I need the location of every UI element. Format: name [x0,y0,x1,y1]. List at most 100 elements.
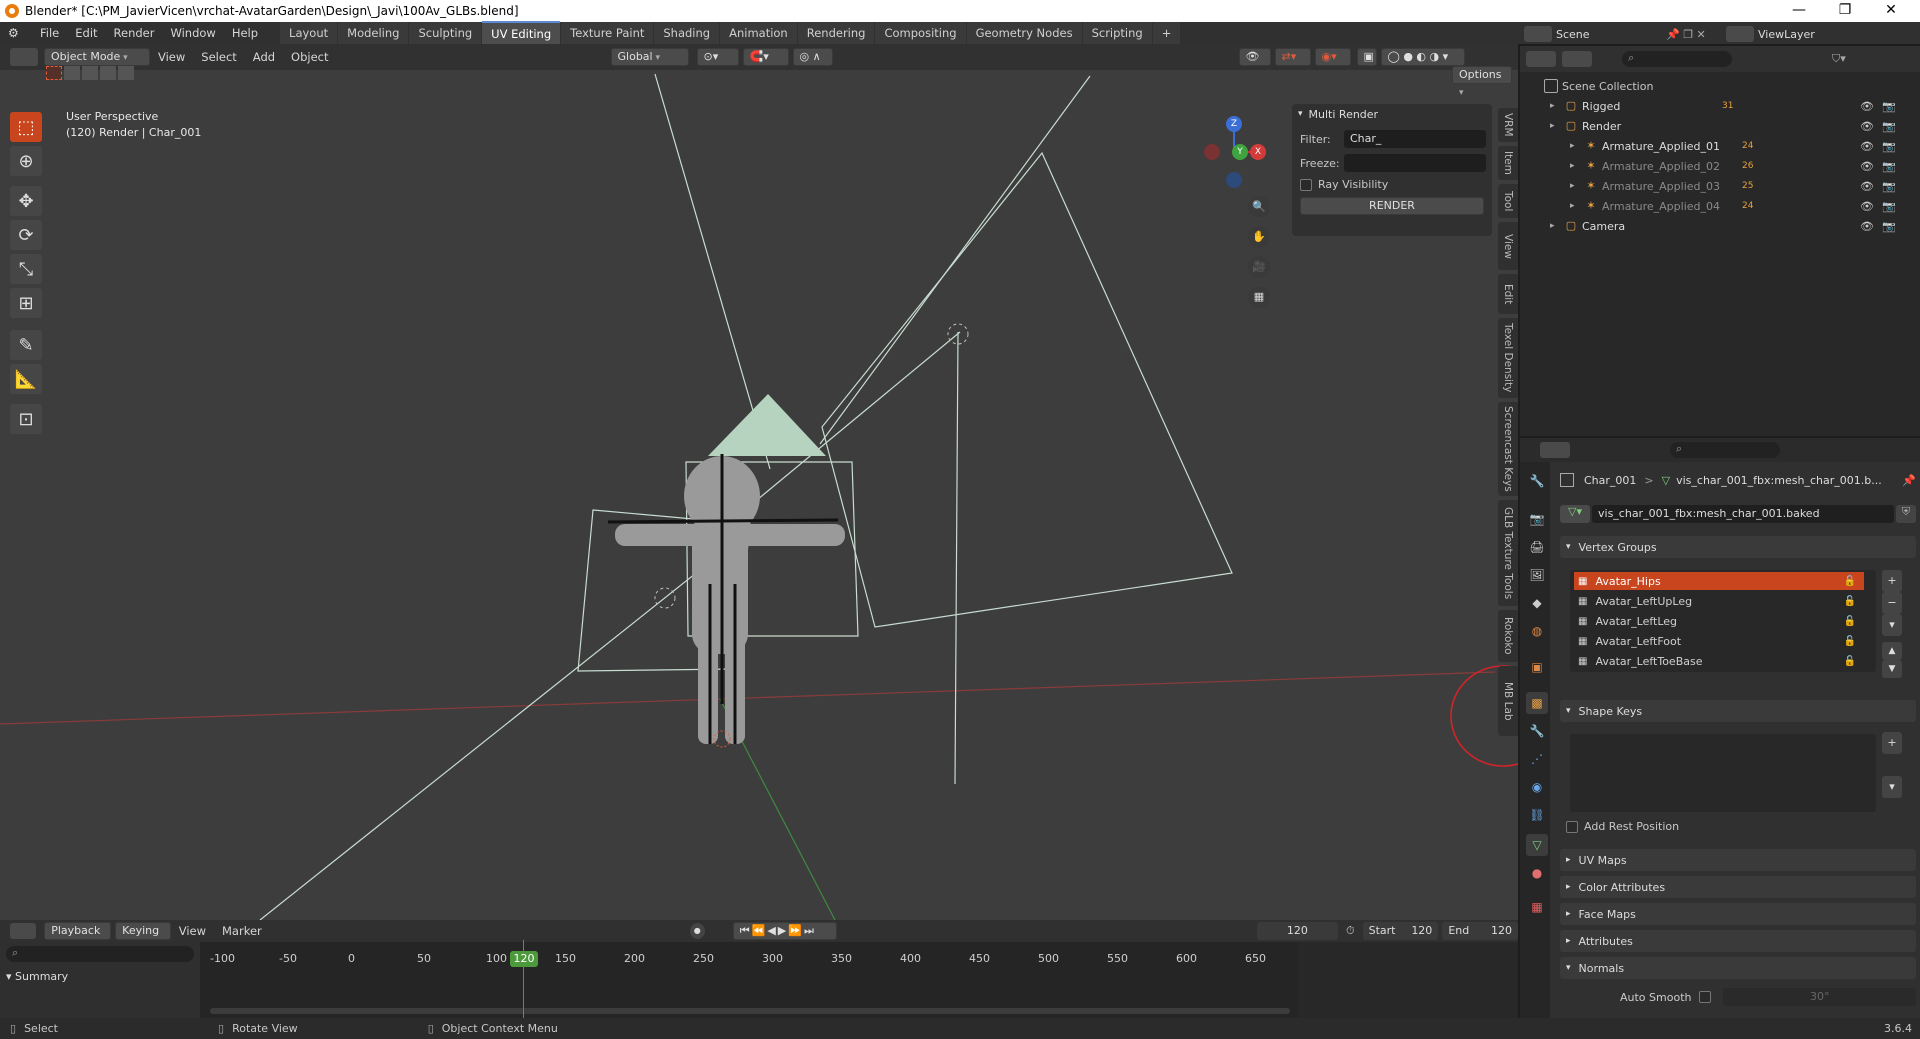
scale-tool-icon[interactable]: ⤡ [10,254,42,284]
render-camera-icon[interactable]: 📷 [1882,180,1896,193]
timeline-menu-marker[interactable]: Marker [214,920,270,942]
properties-editor-icon[interactable] [1540,442,1570,458]
timeline-editor[interactable]: Playback Keying View Marker ● ⏮⏪◀▶⏩⏭ 120… [0,920,1519,1018]
ntab-screencast-keys[interactable]: Screencast Keys [1498,402,1518,496]
ntab-mb-lab[interactable]: MB Lab [1498,666,1518,736]
pin-icon[interactable]: 📌 [1902,474,1916,487]
add-shape-key-button[interactable]: + [1882,732,1902,754]
particles-props-icon[interactable]: ⋰ [1526,748,1548,770]
gizmo-neg-x-icon[interactable] [1204,144,1220,160]
outliner-row[interactable]: ▸ ✶ Armature_Applied_03 25 👁 📷 [1520,176,1920,196]
attributes-header[interactable]: ▸ Attributes [1560,930,1916,952]
shape-keys-header[interactable]: ▾ Shape Keys [1560,700,1916,722]
menu-render[interactable]: Render [106,22,163,44]
current-frame-field[interactable]: 120 [1256,922,1339,940]
ntab-item[interactable]: Item [1498,146,1518,180]
vertex-group-item[interactable]: ▦ Avatar_Hips 🔓 [1574,572,1864,590]
mesh-data-props-icon[interactable]: ▽ [1526,834,1548,856]
scene-icon[interactable] [1524,26,1552,42]
object-props-icon[interactable]: ▩ [1526,692,1548,714]
minimize-button[interactable]: — [1776,0,1822,22]
ntab-rokoko[interactable]: Rokoko [1498,610,1518,662]
render-camera-icon[interactable]: 📷 [1882,220,1896,233]
mesh-name-field[interactable]: vis_char_001_fbx:mesh_char_001.baked [1592,505,1894,523]
render-button[interactable]: RENDER [1300,197,1484,215]
ntab-texel-density[interactable]: Texel Density [1498,318,1518,398]
timeline-editor-icon[interactable] [10,923,37,939]
ntab-glb-texture-tools[interactable]: GLB Texture Tools [1498,500,1518,606]
render-camera-icon[interactable]: 📷 [1882,200,1896,213]
modifier-props-icon[interactable]: 🔧 [1526,720,1548,742]
timeline-menu-view[interactable]: View [171,920,214,942]
vertex-group-item[interactable]: ▦ Avatar_LeftToeBase 🔓 [1574,652,1864,670]
gizmo-neg-z-icon[interactable] [1226,172,1242,188]
menu-window[interactable]: Window [162,22,223,44]
tab-layout[interactable]: Layout [280,22,338,44]
view-layer-props-icon[interactable]: 🖼 [1526,564,1548,586]
auto-smooth-angle-field[interactable]: 30° [1723,988,1916,1006]
render-props-icon[interactable]: 📷 [1526,508,1548,530]
render-camera-icon[interactable]: 📷 [1882,100,1896,113]
freeze-input[interactable] [1344,154,1486,172]
annotate-tool-icon[interactable]: ✎ [10,330,42,360]
outliner-row[interactable]: ▸ ▢ Render 👁 📷 [1520,116,1920,136]
timeline-track[interactable] [200,942,1298,1018]
vertex-group-item[interactable]: ▦ Avatar_LeftFoot 🔓 [1574,632,1864,650]
remove-vertex-group-button[interactable]: − [1882,592,1902,614]
lock-icon[interactable]: 🔓 [1844,636,1856,647]
ntab-view[interactable]: View [1498,222,1518,270]
visibility-eye-icon[interactable]: 👁 [1860,140,1874,153]
expand-arrow-icon[interactable]: ▸ [1570,181,1584,191]
add-workspace-button[interactable]: + [1152,22,1181,44]
outliner-row[interactable]: ▸ ✶ Armature_Applied_04 24 👁 📷 [1520,196,1920,216]
collection-props-icon[interactable]: ▣ [1526,656,1548,678]
move-up-icon[interactable]: ▲ [1882,642,1902,660]
keying-dropdown[interactable]: Keying [115,922,171,940]
render-camera-icon[interactable]: 📷 [1882,140,1896,153]
collapse-chevron-icon[interactable]: ▾ [1298,109,1303,119]
lock-icon[interactable]: 🔓 [1844,656,1856,667]
face-maps-header[interactable]: ▸ Face Maps [1560,903,1916,925]
transform-tool-icon[interactable]: ⊞ [10,288,42,318]
mesh-browse-icon[interactable]: ▽▾ [1560,505,1590,523]
visibility-eye-icon[interactable]: 👁 [1860,160,1874,173]
end-frame-field[interactable]: End 120 [1442,922,1519,940]
tab-geometry-nodes[interactable]: Geometry Nodes [966,22,1082,44]
material-props-icon[interactable]: ● [1526,862,1548,884]
grid-view-icon[interactable]: ▦ [1248,286,1270,308]
visibility-eye-icon[interactable]: 👁 [1860,120,1874,133]
navigation-gizmo[interactable]: Z X Y [1192,112,1272,192]
rotate-tool-icon[interactable]: ⟳ [10,220,42,250]
fake-user-shield-icon[interactable]: ⛨ [1896,505,1916,523]
ray-visibility-checkbox[interactable] [1300,178,1312,191]
visibility-eye-icon[interactable]: 👁 [1860,180,1874,193]
gizmo-x-icon[interactable]: X [1250,144,1266,160]
move-tool-icon[interactable]: ✥ [10,186,42,216]
tab-shading[interactable]: Shading [654,22,720,44]
menu-edit[interactable]: Edit [67,22,105,44]
color-attributes-header[interactable]: ▸ Color Attributes [1560,876,1916,898]
maximize-button[interactable]: ❐ [1822,0,1868,22]
expand-arrow-icon[interactable]: ▸ [1570,141,1584,151]
lock-icon[interactable]: 🔓 [1844,576,1856,587]
texture-props-icon[interactable]: ▦ [1526,896,1548,918]
ntab-vrm[interactable]: VRM [1498,108,1518,142]
scene-props-icon[interactable]: ◆ [1526,592,1548,614]
menu-file[interactable]: File [32,22,67,44]
uv-maps-header[interactable]: ▸ UV Maps [1560,849,1916,871]
filter-input[interactable]: Char_ [1344,130,1486,148]
playhead-label[interactable]: 120 [510,951,538,967]
outliner-editor-icon[interactable] [1526,51,1556,67]
outliner-row[interactable]: ▸ ✶ Armature_Applied_02 26 👁 📷 [1520,156,1920,176]
move-down-icon[interactable]: ▼ [1882,660,1902,678]
expand-arrow-icon[interactable]: ▸ [1550,101,1564,111]
vertex-group-item[interactable]: ▦ Avatar_LeftUpLeg 🔓 [1574,592,1864,610]
tool-props-icon[interactable]: 🔧 [1526,470,1548,492]
channel-search-icon[interactable]: ⌕ [6,946,194,962]
vertex-group-item[interactable]: ▦ Avatar_LeftLeg 🔓 [1574,612,1864,630]
visibility-eye-icon[interactable]: 👁 [1860,200,1874,213]
menu-help[interactable]: Help [224,22,266,44]
display-mode-icon[interactable] [1562,51,1592,67]
constraint-props-icon[interactable]: ⛓ [1526,804,1548,826]
zoom-icon[interactable]: 🔍 [1248,196,1270,218]
